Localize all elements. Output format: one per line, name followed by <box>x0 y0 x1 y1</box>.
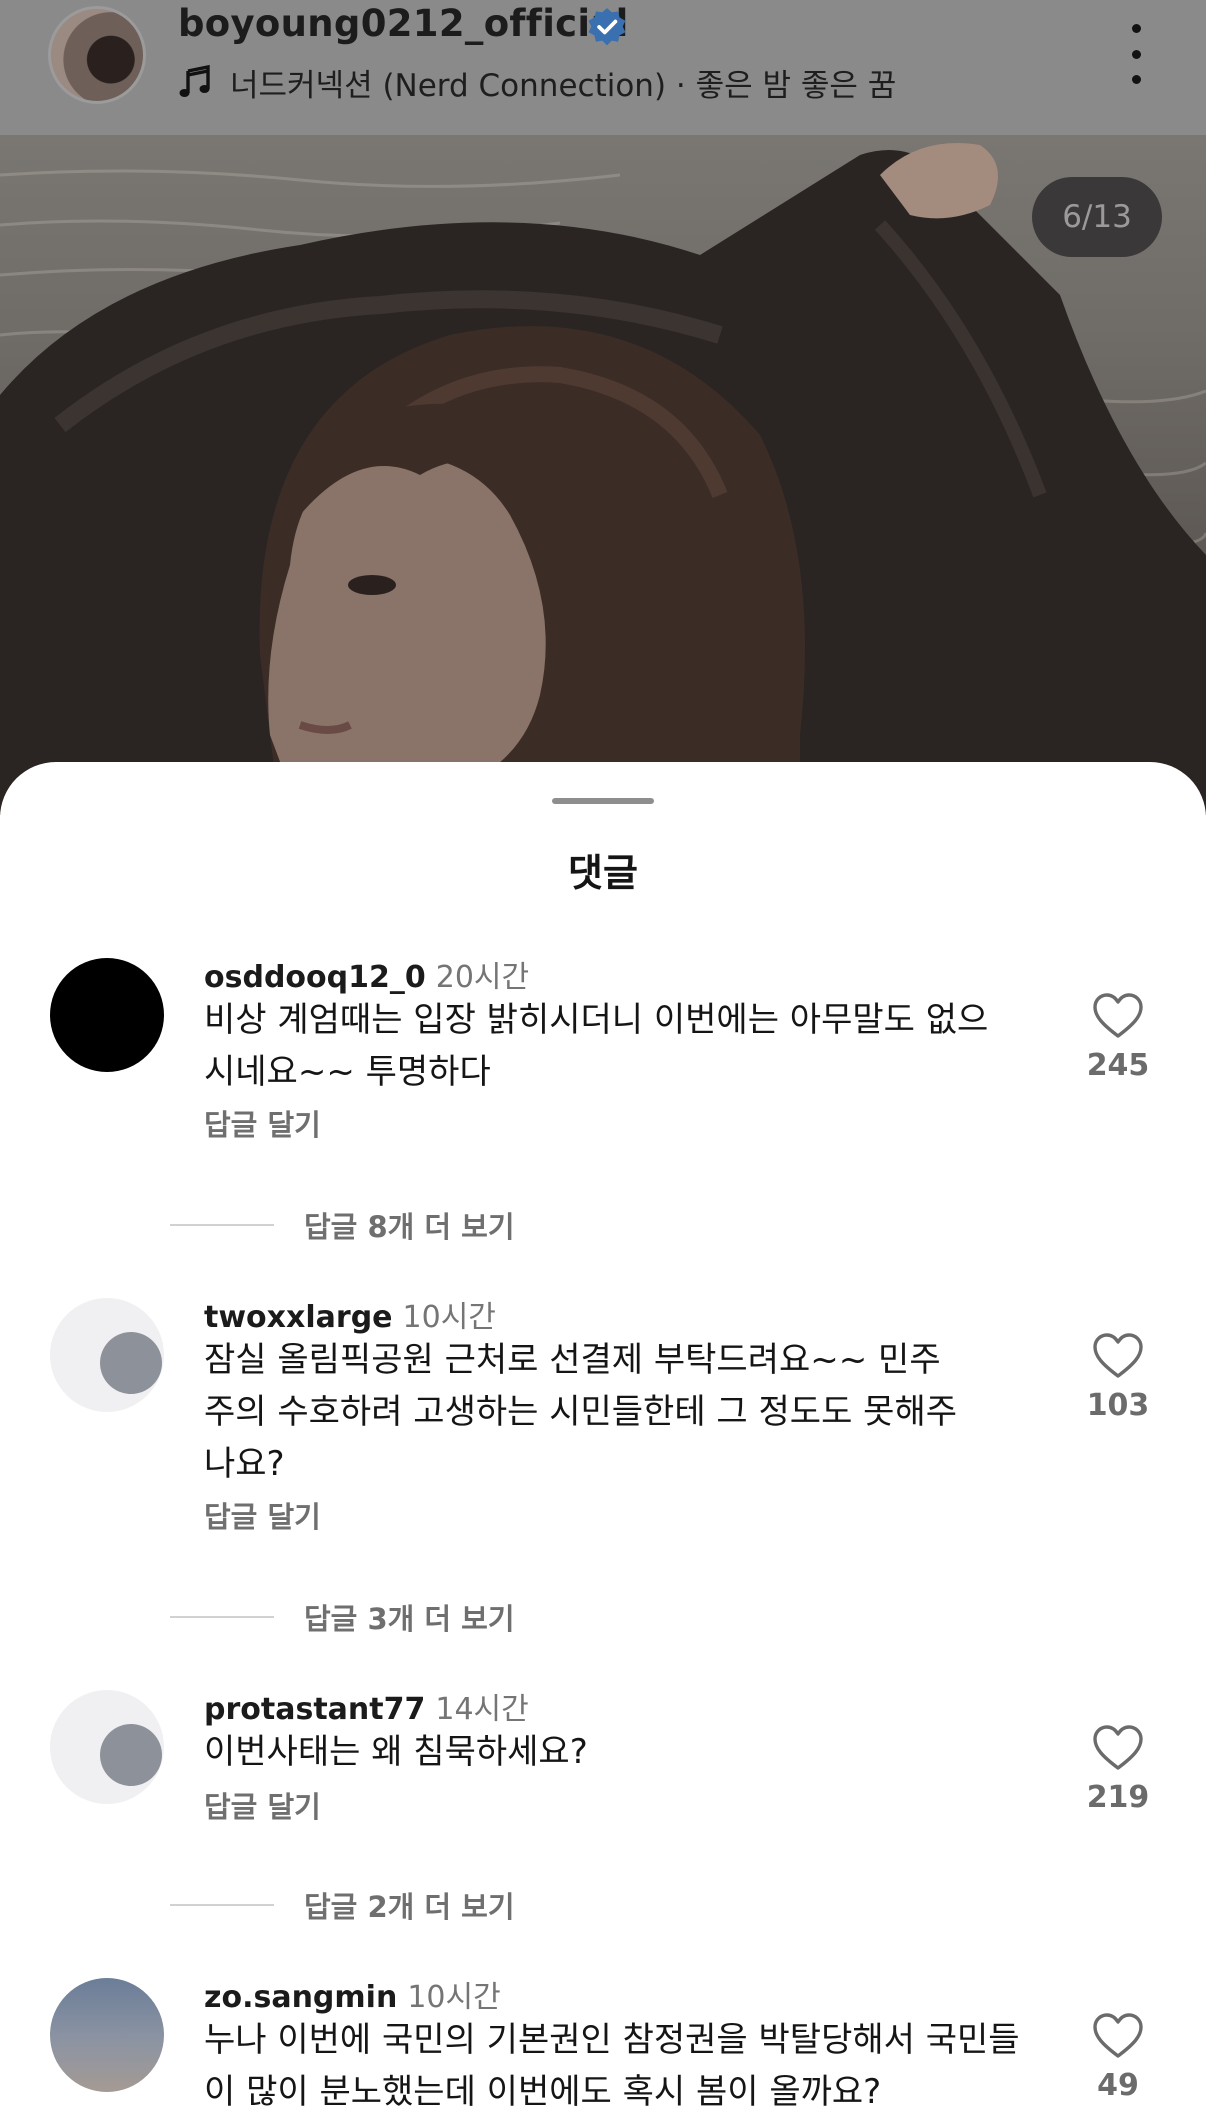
image-counter: 6/13 <box>1032 177 1162 257</box>
more-vertical-icon[interactable] <box>1116 24 1156 84</box>
view-replies-label: 답글 2개 더 보기 <box>304 1890 515 1924</box>
comment-text: 잠실 올림픽공원 근처로 선결제 부탁드려요~~ 민주주의 수호하려 고생하는 … <box>204 1340 958 1484</box>
view-more-replies[interactable]: 답글 3개 더 보기 <box>170 1596 515 1638</box>
commenter-avatar[interactable] <box>50 958 164 1072</box>
post-photo[interactable]: 6/13 <box>0 135 1206 815</box>
comment-text: 이번사태는 왜 침묵하세요? <box>204 1732 588 1772</box>
post-header: boyoung0212_official 너드커넥션 (Nerd Connect… <box>0 0 1206 135</box>
view-replies-label: 답글 3개 더 보기 <box>304 1602 515 1636</box>
like-count: 49 <box>1097 2068 1139 2103</box>
profile-avatar[interactable] <box>48 6 146 104</box>
commenter-avatar[interactable] <box>50 1978 164 2092</box>
commenter-avatar[interactable] <box>50 1690 164 1804</box>
commenter-avatar[interactable] <box>50 1298 164 1412</box>
comment-text: 누나 이번에 국민의 기본권인 참정권을 박탈당해서 국민들이 많이 분노했는데… <box>204 2020 1020 2112</box>
photo-illustration <box>0 143 1206 815</box>
sheet-title: 댓글 <box>568 851 638 895</box>
comment-username[interactable]: protastant77 <box>204 1692 425 1727</box>
comment-time: 14시간 <box>435 1692 529 1727</box>
music-title: 너드커넥션 (Nerd Connection) · 좋은 밤 좋은 꿈 <box>230 67 897 104</box>
comment-username[interactable]: twoxxlarge <box>204 1300 393 1335</box>
view-more-replies[interactable]: 답글 2개 더 보기 <box>170 1884 515 1926</box>
verified-badge-icon <box>588 8 626 46</box>
profile-username[interactable]: boyoung0212_official <box>178 2 629 45</box>
comment-time: 10시간 <box>402 1300 496 1335</box>
comment-text: 비상 계엄때는 입장 밝히시더니 이번에는 아무말도 없으시네요~~ 투명하다 <box>204 1000 989 1092</box>
like-count: 219 <box>1086 1780 1150 1815</box>
like-button[interactable]: 245 <box>1086 992 1150 1083</box>
heart-icon <box>1093 1725 1143 1770</box>
view-replies-label: 답글 8개 더 보기 <box>304 1210 515 1244</box>
reply-button[interactable]: 답글 달기 <box>204 1494 321 1536</box>
heart-icon <box>1093 993 1143 1038</box>
comment-username[interactable]: osddooq12_0 <box>204 960 426 995</box>
like-count: 245 <box>1086 1048 1150 1083</box>
view-more-replies[interactable]: 답글 8개 더 보기 <box>170 1204 515 1246</box>
heart-icon <box>1093 1333 1143 1378</box>
comment-time: 20시간 <box>435 960 530 995</box>
sheet-drag-handle[interactable] <box>552 798 654 804</box>
divider-line <box>170 1904 274 1906</box>
music-info[interactable]: 너드커넥션 (Nerd Connection) · 좋은 밤 좋은 꿈 <box>178 62 897 104</box>
comment-time: 10시간 <box>407 1980 501 2015</box>
like-count: 103 <box>1086 1388 1150 1423</box>
reply-button[interactable]: 답글 달기 <box>204 1102 321 1144</box>
comment-username[interactable]: zo.sangmin <box>204 1980 397 2015</box>
like-button[interactable]: 49 <box>1086 2012 1150 2103</box>
divider-line <box>170 1224 274 1226</box>
like-button[interactable]: 219 <box>1086 1724 1150 1815</box>
like-button[interactable]: 103 <box>1086 1332 1150 1423</box>
reply-button[interactable]: 답글 달기 <box>204 1784 321 1826</box>
music-note-icon <box>179 64 210 97</box>
divider-line <box>170 1616 274 1618</box>
comments-sheet: 댓글 osddooq12_0 20시간 비상 계엄때는 입장 밝히시더니 이번에는… <box>0 762 1206 2128</box>
heart-icon <box>1093 2013 1143 2058</box>
